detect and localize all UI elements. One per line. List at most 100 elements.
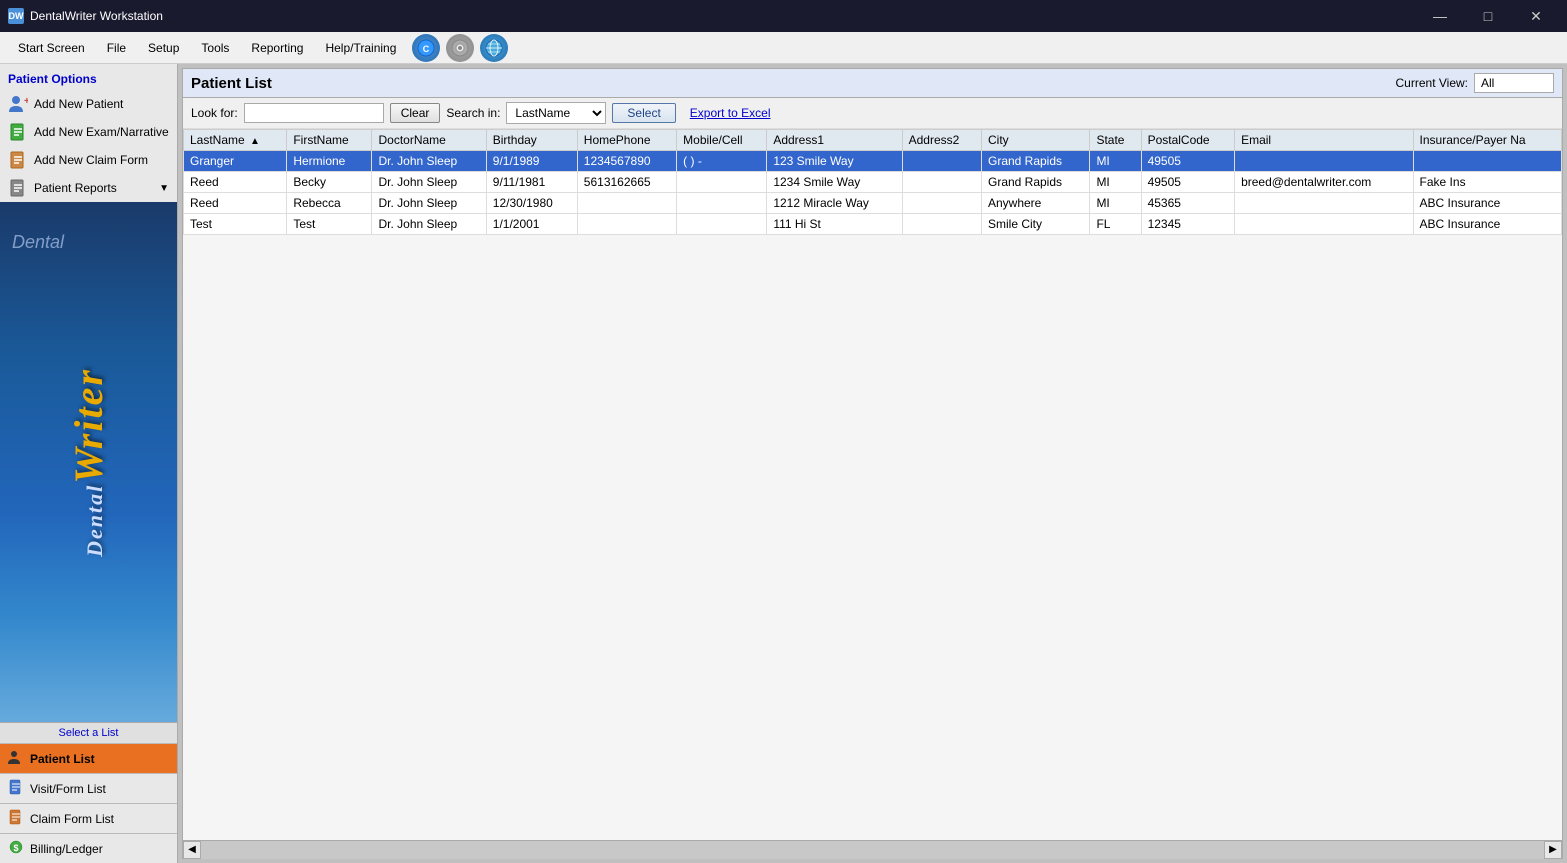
col-city[interactable]: City xyxy=(981,130,1089,151)
logo-text: DentalWriter xyxy=(65,368,112,557)
cell-state: MI xyxy=(1090,151,1141,172)
list-selector: Select a List Patient List Visit/Form Li… xyxy=(0,722,177,863)
app-title: DentalWriter Workstation xyxy=(30,9,163,23)
current-view-select[interactable]: All Active Inactive xyxy=(1474,73,1554,93)
claim-list-icon xyxy=(8,809,24,828)
look-for-label: Look for: xyxy=(191,106,238,120)
col-mobilecell[interactable]: Mobile/Cell xyxy=(677,130,767,151)
visit-list-label: Visit/Form List xyxy=(30,782,106,796)
billing-list-label: Billing/Ledger xyxy=(30,842,103,856)
sidebar-add-new-patient[interactable]: + Add New Patient xyxy=(0,90,177,118)
cell-postalcode: 45365 xyxy=(1141,193,1235,214)
current-view-label: Current View: xyxy=(1396,76,1468,90)
cell-birthday: 1/1/2001 xyxy=(486,214,577,235)
web-icon[interactable] xyxy=(480,34,508,62)
export-to-excel-link[interactable]: Export to Excel xyxy=(690,106,771,120)
list-item-visit[interactable]: Visit/Form List xyxy=(0,773,177,803)
select-button[interactable]: Select xyxy=(612,103,675,123)
cell-mobilecell xyxy=(677,193,767,214)
scroll-right-arrow[interactable]: ▶ xyxy=(1544,841,1562,859)
clear-button[interactable]: Clear xyxy=(390,103,441,123)
select-list-label[interactable]: Select a List xyxy=(0,723,177,743)
support-icon[interactable]: C xyxy=(412,34,440,62)
sidebar-patient-reports[interactable]: Patient Reports ▼ xyxy=(0,174,177,202)
cell-address1: 1212 Miracle Way xyxy=(767,193,902,214)
current-view-area: Current View: All Active Inactive xyxy=(1396,73,1554,93)
cell-city: Smile City xyxy=(981,214,1089,235)
look-for-input[interactable] xyxy=(244,103,384,123)
col-address1[interactable]: Address1 xyxy=(767,130,902,151)
menu-setup[interactable]: Setup xyxy=(138,37,189,59)
add-new-exam-label: Add New Exam/Narrative xyxy=(34,125,169,139)
cell-firstname: Hermione xyxy=(287,151,372,172)
close-button[interactable]: ✕ xyxy=(1513,0,1559,32)
list-item-claim[interactable]: Claim Form List xyxy=(0,803,177,833)
table-row[interactable]: ReedBeckyDr. John Sleep9/11/198156131626… xyxy=(184,172,1562,193)
minimize-button[interactable]: — xyxy=(1417,0,1463,32)
table-container: LastName ▲ FirstName DoctorName Birthday… xyxy=(183,129,1562,840)
col-lastname[interactable]: LastName ▲ xyxy=(184,130,287,151)
col-firstname[interactable]: FirstName xyxy=(287,130,372,151)
cell-lastname: Granger xyxy=(184,151,287,172)
sidebar: Patient Options + Add New Patient Add Ne… xyxy=(0,64,178,863)
list-item-patient[interactable]: Patient List xyxy=(0,743,177,773)
cell-email xyxy=(1235,193,1413,214)
table-row[interactable]: TestTestDr. John Sleep1/1/2001111 Hi StS… xyxy=(184,214,1562,235)
menu-reporting[interactable]: Reporting xyxy=(241,37,313,59)
col-birthday[interactable]: Birthday xyxy=(486,130,577,151)
cell-birthday: 12/30/1980 xyxy=(486,193,577,214)
cell-postalcode: 49505 xyxy=(1141,172,1235,193)
cell-insurancepayer: ABC Insurance xyxy=(1413,193,1561,214)
cell-firstname: Rebecca xyxy=(287,193,372,214)
cell-city: Anywhere xyxy=(981,193,1089,214)
cell-email xyxy=(1235,214,1413,235)
table-row[interactable]: ReedRebeccaDr. John Sleep12/30/19801212 … xyxy=(184,193,1562,214)
cell-address1: 111 Hi St xyxy=(767,214,902,235)
scroll-track[interactable] xyxy=(201,841,1544,859)
content-area: Patient List Current View: All Active In… xyxy=(178,64,1567,863)
menu-file[interactable]: File xyxy=(97,37,136,59)
menu-tools[interactable]: Tools xyxy=(191,37,239,59)
cell-postalcode: 12345 xyxy=(1141,214,1235,235)
logo-area: Dental DentalWriter xyxy=(0,202,177,722)
col-doctorname[interactable]: DoctorName xyxy=(372,130,486,151)
col-insurance[interactable]: Insurance/Payer Na xyxy=(1413,130,1561,151)
cell-homephone xyxy=(577,193,676,214)
col-email[interactable]: Email xyxy=(1235,130,1413,151)
cell-address2 xyxy=(902,172,981,193)
cell-email xyxy=(1235,151,1413,172)
scroll-left-arrow[interactable]: ◀ xyxy=(183,841,201,859)
menu-bar: Start Screen File Setup Tools Reporting … xyxy=(0,32,1567,64)
sidebar-add-new-exam[interactable]: Add New Exam/Narrative xyxy=(0,118,177,146)
col-homephone[interactable]: HomePhone xyxy=(577,130,676,151)
cell-birthday: 9/1/1989 xyxy=(486,151,577,172)
maximize-button[interactable]: □ xyxy=(1465,0,1511,32)
settings-icon[interactable] xyxy=(446,34,474,62)
cell-doctorname: Dr. John Sleep xyxy=(372,193,486,214)
reports-arrow: ▼ xyxy=(159,183,169,194)
cell-doctorname: Dr. John Sleep xyxy=(372,172,486,193)
cell-address1: 1234 Smile Way xyxy=(767,172,902,193)
cell-firstname: Becky xyxy=(287,172,372,193)
search-in-select[interactable]: LastName FirstName Birthday HomePhone xyxy=(506,102,606,124)
col-postalcode[interactable]: PostalCode xyxy=(1141,130,1235,151)
col-address2[interactable]: Address2 xyxy=(902,130,981,151)
menu-help-training[interactable]: Help/Training xyxy=(315,37,406,59)
list-item-billing[interactable]: $ Billing/Ledger xyxy=(0,833,177,863)
col-state[interactable]: State xyxy=(1090,130,1141,151)
table-row[interactable]: GrangerHermioneDr. John Sleep9/1/1989123… xyxy=(184,151,1562,172)
svg-text:$: $ xyxy=(13,843,18,853)
patient-options-title: Patient Options xyxy=(0,64,177,90)
menu-start-screen[interactable]: Start Screen xyxy=(8,37,95,59)
cell-mobilecell: ( ) - xyxy=(677,151,767,172)
svg-text:+: + xyxy=(24,96,28,107)
cell-insurancepayer: Fake Ins xyxy=(1413,172,1561,193)
cell-homephone: 5613162665 xyxy=(577,172,676,193)
sidebar-add-new-claim[interactable]: Add New Claim Form xyxy=(0,146,177,174)
cell-firstname: Test xyxy=(287,214,372,235)
add-claim-icon xyxy=(8,150,28,170)
cell-address2 xyxy=(902,193,981,214)
add-patient-icon: + xyxy=(8,94,28,114)
cell-state: FL xyxy=(1090,214,1141,235)
svg-text:C: C xyxy=(423,44,430,54)
